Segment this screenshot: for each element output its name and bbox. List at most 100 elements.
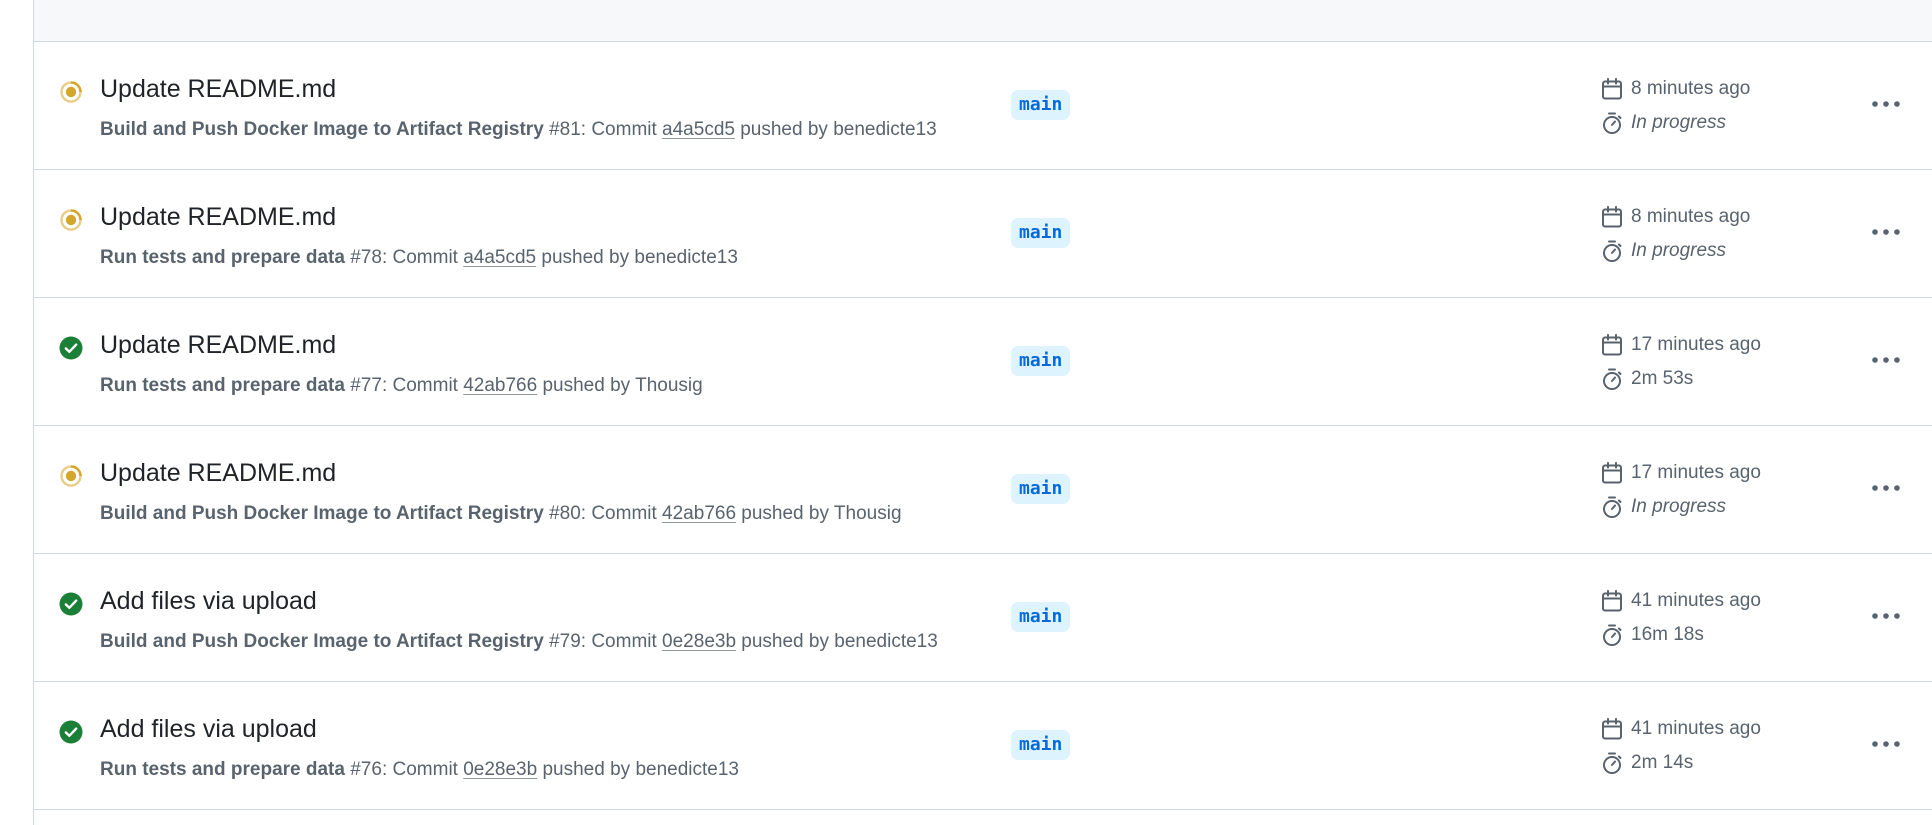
calendar-icon [1600, 461, 1624, 485]
calendar-icon [1600, 205, 1624, 229]
run-meta: Run tests and prepare data #77: Commit 4… [100, 374, 703, 398]
workflow-name: Run tests and prepare data [100, 759, 345, 780]
duration-text: 16m 18s [1631, 624, 1704, 645]
run-title[interactable]: Update README.md [100, 458, 336, 488]
run-meta: Run tests and prepare data #76: Commit 0… [100, 758, 739, 782]
run-duration: 2m 14s [1600, 751, 1693, 775]
commit-sha-link[interactable]: 42ab766 [463, 375, 537, 396]
commit-sha-link[interactable]: a4a5cd5 [662, 119, 735, 140]
run-title[interactable]: Update README.md [100, 330, 336, 360]
run-options-button[interactable] [1866, 342, 1906, 378]
commit-prefix: : Commit [580, 631, 663, 652]
commit-sha-link[interactable]: 42ab766 [662, 503, 736, 524]
runs-list-header [34, 0, 1932, 42]
actor-name: benedicte13 [634, 247, 738, 268]
workflow-runs-list: Update README.md Build and Push Docker I… [34, 0, 1932, 825]
commit-sha-link[interactable]: 0e28e3b [662, 631, 736, 652]
branch-badge[interactable]: main [1011, 218, 1071, 248]
run-options-button[interactable] [1866, 598, 1906, 634]
commit-sha-link[interactable]: a4a5cd5 [463, 247, 536, 268]
kebab-horizontal-icon [1871, 479, 1901, 497]
run-duration: 2m 53s [1600, 367, 1693, 391]
created-time: 17 minutes ago [1631, 462, 1761, 483]
actor-name: benedicte13 [635, 759, 739, 780]
run-title[interactable]: Update README.md [100, 202, 336, 232]
commit-prefix: : Commit [381, 759, 464, 780]
workflow-name: Run tests and prepare data [100, 375, 345, 396]
in-progress-icon [59, 80, 83, 104]
run-options-button[interactable] [1866, 470, 1906, 506]
calendar-icon [1600, 589, 1624, 613]
run-meta: Build and Push Docker Image to Artifact … [100, 502, 902, 526]
created-time: 41 minutes ago [1631, 718, 1761, 739]
run-title[interactable]: Update README.md [100, 74, 336, 104]
check-circle-icon [59, 336, 83, 360]
run-number: #77 [350, 375, 382, 396]
kebab-horizontal-icon [1871, 607, 1901, 625]
stopwatch-icon [1600, 495, 1624, 519]
workflow-run-row[interactable]: Add files via upload Run tests and prepa… [34, 682, 1932, 810]
run-created: 8 minutes ago [1600, 205, 1750, 229]
pushed-by-prefix: pushed by [734, 119, 834, 140]
workflow-run-row[interactable]: Update README.md Run tests and prepare d… [34, 170, 1932, 298]
left-gutter [0, 0, 34, 825]
stopwatch-icon [1600, 111, 1624, 135]
calendar-icon [1600, 333, 1624, 357]
workflow-run-row[interactable]: Update README.md Build and Push Docker I… [34, 42, 1932, 170]
commit-sha-link[interactable]: 0e28e3b [463, 759, 537, 780]
workflow-run-row[interactable]: Update README.md Build and Push Docker I… [34, 426, 1932, 554]
actor-name: Thousig [833, 503, 902, 524]
duration-text: In progress [1631, 496, 1727, 517]
pushed-by-prefix: pushed by [536, 247, 635, 268]
run-options-button[interactable] [1866, 726, 1906, 762]
run-options-button[interactable] [1866, 214, 1906, 250]
created-time: 8 minutes ago [1631, 206, 1751, 227]
pushed-by-prefix: pushed by [537, 375, 636, 396]
run-duration: In progress [1600, 111, 1726, 135]
run-meta: Build and Push Docker Image to Artifact … [100, 630, 938, 654]
branch-badge[interactable]: main [1011, 90, 1071, 120]
branch-badge[interactable]: main [1011, 346, 1071, 376]
run-created: 41 minutes ago [1600, 717, 1761, 741]
kebab-horizontal-icon [1871, 223, 1901, 241]
workflow-run-row[interactable]: Add files via upload Build and Push Dock… [34, 554, 1932, 682]
run-created: 8 minutes ago [1600, 77, 1750, 101]
commit-prefix: : Commit [381, 247, 464, 268]
run-duration: In progress [1600, 239, 1726, 263]
branch-badge[interactable]: main [1011, 602, 1071, 632]
run-number: #80 [549, 503, 581, 524]
run-meta: Run tests and prepare data #78: Commit a… [100, 246, 738, 270]
runs-list-body: Update README.md Build and Push Docker I… [34, 42, 1932, 810]
kebab-horizontal-icon [1871, 351, 1901, 369]
branch-badge[interactable]: main [1011, 730, 1071, 760]
run-number: #78 [350, 247, 382, 268]
actor-name: Thousig [635, 375, 703, 396]
stopwatch-icon [1600, 751, 1624, 775]
workflow-runs-view: Update README.md Build and Push Docker I… [0, 0, 1932, 825]
run-number: #76 [350, 759, 382, 780]
stopwatch-icon [1600, 623, 1624, 647]
commit-prefix: : Commit [580, 503, 663, 524]
run-title[interactable]: Add files via upload [100, 714, 317, 744]
run-options-button[interactable] [1866, 86, 1906, 122]
created-time: 17 minutes ago [1631, 334, 1761, 355]
workflow-name: Build and Push Docker Image to Artifact … [100, 503, 544, 524]
stopwatch-icon [1600, 239, 1624, 263]
calendar-icon [1600, 77, 1624, 101]
duration-text: 2m 14s [1631, 752, 1694, 773]
check-circle-icon [59, 592, 83, 616]
kebab-horizontal-icon [1871, 95, 1901, 113]
run-created: 17 minutes ago [1600, 461, 1761, 485]
duration-text: In progress [1631, 112, 1727, 133]
in-progress-icon [59, 464, 83, 488]
run-number: #79 [549, 631, 581, 652]
run-meta: Build and Push Docker Image to Artifact … [100, 118, 937, 142]
run-title[interactable]: Add files via upload [100, 586, 317, 616]
kebab-horizontal-icon [1871, 735, 1901, 753]
workflow-run-row[interactable]: Update README.md Run tests and prepare d… [34, 298, 1932, 426]
actor-name: benedicte13 [834, 631, 938, 652]
pushed-by-prefix: pushed by [537, 759, 636, 780]
workflow-name: Run tests and prepare data [100, 247, 345, 268]
branch-badge[interactable]: main [1011, 474, 1071, 504]
check-circle-icon [59, 720, 83, 744]
